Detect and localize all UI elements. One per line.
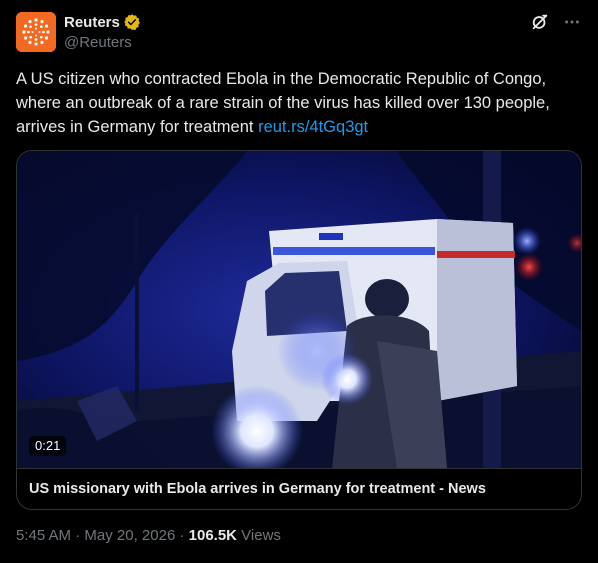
- views-count: 106.5K: [188, 527, 238, 544]
- post-time[interactable]: 5:45 AM: [16, 527, 71, 544]
- author-name[interactable]: Reuters: [64, 14, 120, 31]
- more-icon[interactable]: [562, 12, 582, 32]
- author-handle[interactable]: @Reuters: [64, 34, 141, 51]
- tweet-text-line-3: arrives in Germany for treatment: [16, 118, 259, 136]
- video-thumbnail[interactable]: [17, 151, 581, 468]
- video-card[interactable]: 0:21 US missionary with Ebola arrives in…: [16, 150, 582, 510]
- views-label: Views: [237, 527, 281, 544]
- tweet-meta: 5:45 AM · May 20, 2026 · 106.5K Views: [16, 527, 281, 544]
- meta-separator: ·: [71, 527, 85, 544]
- top-actions: [530, 12, 582, 32]
- author-block: Reuters @Reuters: [64, 12, 141, 51]
- tweet: Reuters @Reuters A US citizen who contra…: [0, 0, 598, 563]
- tweet-text: A US citizen who contracted Ebola in the…: [16, 67, 586, 139]
- grok-icon[interactable]: [530, 12, 550, 32]
- card-caption[interactable]: US missionary with Ebola arrives in Germ…: [17, 468, 581, 509]
- post-date[interactable]: May 20, 2026: [84, 527, 175, 544]
- article-link[interactable]: reut.rs/4tGq3gt: [258, 118, 368, 136]
- tweet-text-line-1: A US citizen who contracted Ebola in the…: [16, 70, 547, 88]
- video-duration: 0:21: [29, 436, 67, 456]
- avatar[interactable]: [16, 12, 56, 52]
- ambulance-sign: [319, 233, 343, 240]
- reuters-logo-icon: [16, 12, 56, 52]
- tweet-text-line-2: where an outbreak of a rare strain of th…: [16, 94, 550, 112]
- meta-separator: ·: [175, 527, 189, 544]
- verified-badge-icon[interactable]: [123, 13, 141, 31]
